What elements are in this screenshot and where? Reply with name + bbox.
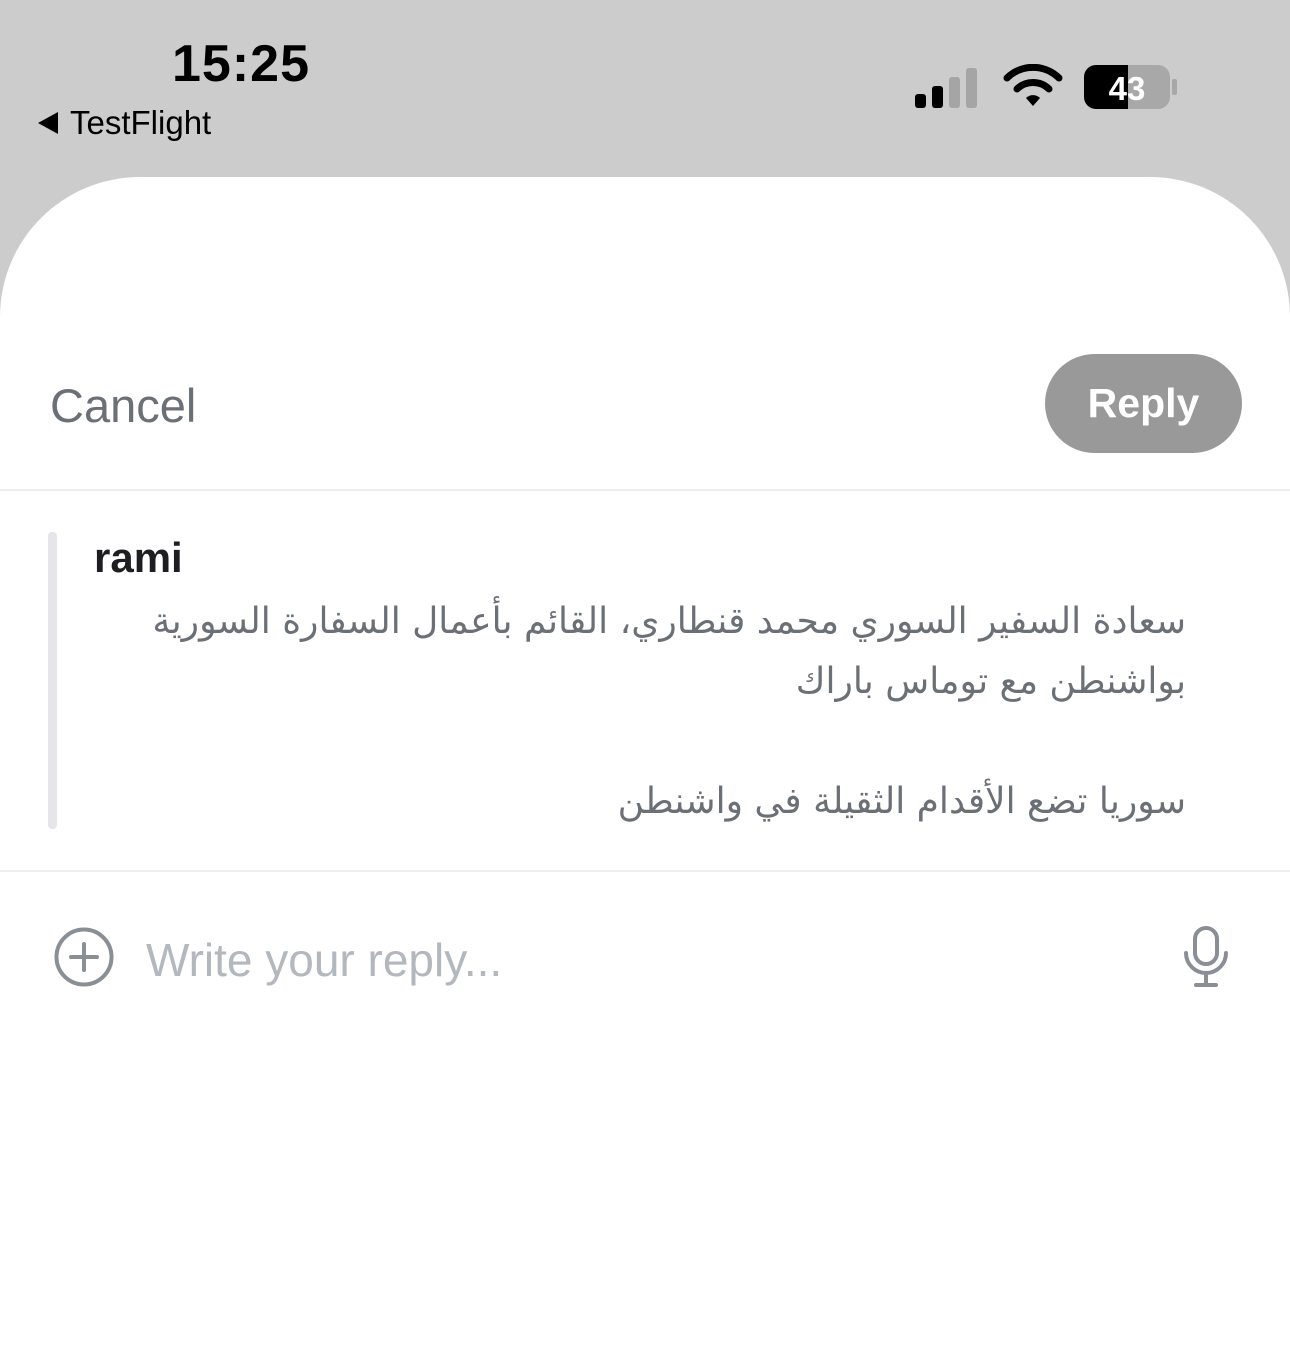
back-label: TestFlight bbox=[70, 104, 212, 141]
quoted-text-line: سعادة السفير السوري محمد قنطاري، القائم … bbox=[152, 601, 1186, 642]
wifi-icon bbox=[1003, 64, 1063, 106]
battery-icon: 43 bbox=[1084, 65, 1177, 109]
status-bar: 15:25 TestFlight 43 bbox=[0, 0, 1290, 180]
quoted-text-line: سوريا تضع الأقدام الثقيلة في واشنطن bbox=[617, 781, 1186, 822]
divider bbox=[0, 870, 1290, 872]
quoted-message-text: سعادة السفير السوري محمد قنطاري، القائم … bbox=[94, 592, 1186, 832]
add-attachment-icon[interactable] bbox=[54, 927, 114, 987]
microphone-icon[interactable] bbox=[1180, 925, 1232, 989]
signal-icon bbox=[915, 66, 977, 108]
cancel-button[interactable]: Cancel bbox=[50, 378, 196, 433]
quoted-text-line: بواشنطن مع توماس باراك bbox=[795, 661, 1186, 702]
back-arrow-icon bbox=[38, 112, 58, 134]
reply-button[interactable]: Reply bbox=[1045, 354, 1242, 453]
quoted-author: rami bbox=[94, 534, 183, 581]
signal-bar bbox=[966, 68, 977, 108]
reply-input[interactable] bbox=[146, 925, 1136, 995]
battery-level: 43 bbox=[1109, 70, 1146, 107]
signal-bar bbox=[915, 94, 926, 108]
signal-bar bbox=[949, 77, 960, 108]
divider bbox=[0, 489, 1290, 491]
back-to-testflight-link[interactable]: TestFlight bbox=[38, 104, 211, 142]
quote-indicator bbox=[48, 532, 57, 829]
status-time: 15:25 bbox=[172, 35, 310, 93]
signal-bar bbox=[932, 86, 943, 108]
